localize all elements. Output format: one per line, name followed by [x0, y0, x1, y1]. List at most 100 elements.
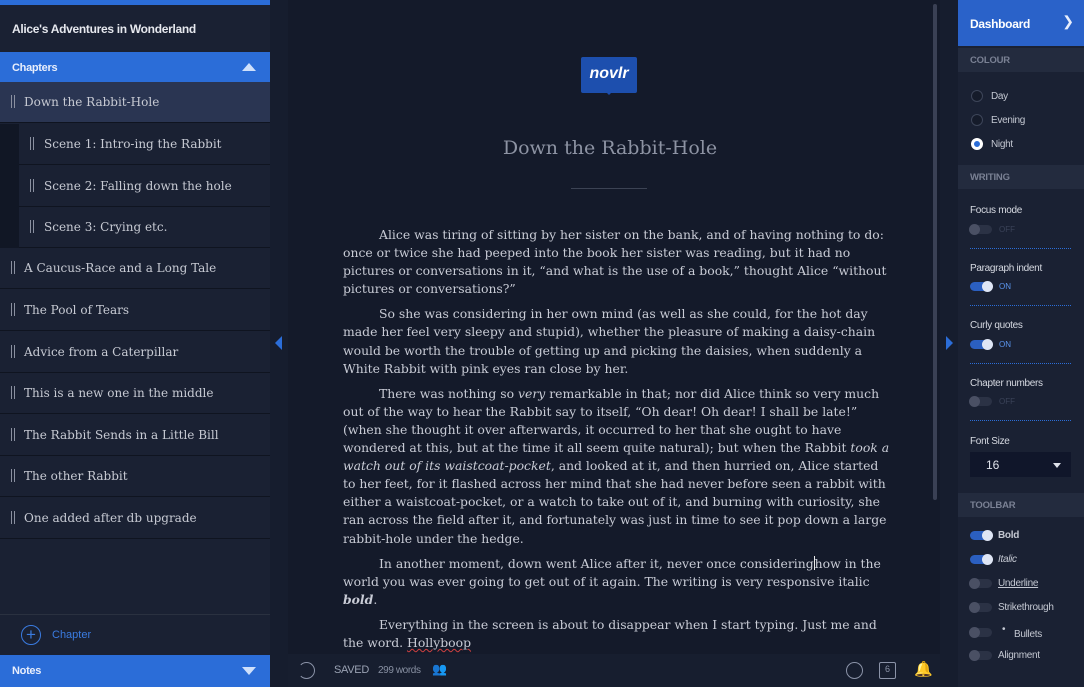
add-chapter-label: Chapter [52, 629, 92, 641]
bullets-toggle[interactable] [969, 627, 992, 638]
plus-circle-icon: + [21, 625, 41, 645]
toolbar-section-header: TOOLBAR [958, 493, 1084, 517]
drag-handle-icon[interactable] [11, 428, 15, 441]
sidebar-scene-3[interactable]: Scene 3: Crying etc. [19, 207, 270, 248]
scene-label: Scene 3: Crying etc. [44, 220, 168, 234]
paragraph-indent-label: Paragraph indent [970, 263, 1042, 274]
sidebar-chapter-pool-of-tears[interactable]: The Pool of Tears [0, 290, 270, 331]
italic-toggle[interactable] [970, 554, 993, 565]
collapse-up-icon[interactable] [242, 63, 256, 71]
drag-handle-icon[interactable] [30, 179, 34, 192]
chapter-label: Advice from a Caterpillar [24, 345, 179, 359]
strikethrough-toggle[interactable] [969, 602, 992, 613]
sidebar-scene-1[interactable]: Scene 1: Intro-ing the Rabbit [19, 124, 270, 165]
comments-icon[interactable]: 6 [879, 662, 896, 679]
section-label: WRITING [970, 172, 1010, 183]
paragraph[interactable]: So she was considering in her own mind (… [343, 305, 891, 377]
bullet-dot-icon: • [1002, 624, 1006, 635]
notes-label: Notes [12, 665, 42, 677]
word-count: 299 words [378, 665, 421, 676]
paragraph-indent-state: ON [999, 282, 1011, 291]
sidebar-chapter-little-bill[interactable]: The Rabbit Sends in a Little Bill [0, 415, 270, 456]
colour-evening-radio[interactable] [971, 114, 983, 126]
notes-header[interactable]: Notes [0, 655, 270, 687]
sidebar-chapter-new-in-middle[interactable]: This is a new one in the middle [0, 373, 270, 414]
editor-scrollbar[interactable] [933, 4, 937, 500]
font-size-select[interactable]: 16 [970, 452, 1071, 477]
divider [970, 420, 1071, 421]
chapter-label: A Caucus-Race and a Long Tale [24, 261, 217, 275]
colour-night-label: Night [991, 139, 1013, 150]
drag-handle-icon[interactable] [11, 469, 15, 482]
misspelled-word: Hollyboop [407, 634, 472, 650]
bold-toggle[interactable] [970, 530, 993, 541]
paragraph[interactable]: Alice was tiring of sitting by her siste… [343, 226, 891, 298]
drag-handle-icon[interactable] [11, 511, 15, 524]
paragraph[interactable]: In another moment, down went Alice after… [343, 555, 891, 609]
curly-quotes-state: ON [999, 340, 1011, 349]
sidebar-chapter-db-upgrade[interactable]: One added after db upgrade [0, 498, 270, 539]
sidebar-chapter-other-rabbit[interactable]: The other Rabbit [0, 456, 270, 497]
collapse-right-panel-icon[interactable] [946, 336, 953, 350]
text-caret [813, 555, 815, 570]
add-chapter-button[interactable]: + Chapter [0, 614, 270, 655]
drag-handle-icon[interactable] [30, 137, 34, 150]
font-size-value: 16 [986, 458, 1000, 472]
focus-mode-label: Focus mode [970, 205, 1023, 216]
manuscript-text[interactable]: Alice was tiring of sitting by her siste… [343, 226, 891, 659]
drag-handle-icon[interactable] [11, 386, 15, 399]
chapter-numbers-toggle[interactable] [969, 396, 992, 407]
writing-section-header: WRITING [958, 165, 1084, 189]
curly-quotes-toggle[interactable] [970, 339, 993, 350]
divider [970, 363, 1071, 364]
drag-handle-icon[interactable] [11, 303, 15, 316]
sidebar-chapter-down-the-rabbit-hole[interactable]: Down the Rabbit-Hole [0, 82, 270, 123]
scene-label: Scene 2: Falling down the hole [44, 179, 232, 193]
chapter-label: One added after db upgrade [24, 511, 197, 525]
section-label: TOOLBAR [970, 500, 1016, 511]
strikethrough-label: Strikethrough [998, 602, 1054, 613]
chapter-label: Down the Rabbit-Hole [24, 95, 160, 109]
drag-handle-icon[interactable] [30, 220, 34, 233]
title-divider [571, 188, 647, 189]
paragraph-indent-toggle[interactable] [970, 281, 993, 292]
italic-label: Italic [998, 554, 1017, 565]
chapter-title[interactable]: Down the Rabbit-Hole [340, 137, 880, 159]
novlr-logo: novlr [581, 57, 637, 95]
alignment-toggle[interactable] [969, 650, 992, 661]
focus-mode-toggle[interactable] [969, 224, 992, 235]
underline-toggle[interactable] [969, 578, 992, 589]
chapters-label: Chapters [12, 62, 58, 74]
expand-down-icon[interactable] [242, 667, 256, 675]
collapse-left-sidebar-icon[interactable] [275, 336, 282, 350]
colour-evening-label: Evening [991, 115, 1026, 126]
book-title[interactable]: Alice's Adventures in Wonderland [12, 22, 196, 36]
bell-icon[interactable]: 🔔 [914, 662, 933, 679]
dashboard-button[interactable]: Dashboard ❯ [958, 0, 1084, 46]
sidebar-chapter-caucus-race[interactable]: A Caucus-Race and a Long Tale [0, 248, 270, 289]
sidebar-chapter-caterpillar[interactable]: Advice from a Caterpillar [0, 332, 270, 373]
chapter-label: The Pool of Tears [24, 303, 130, 317]
collaborators-icon[interactable]: 👥 [432, 662, 447, 676]
settings-panel: Dashboard ❯ COLOUR Day Evening Night WRI… [958, 0, 1084, 687]
bullets-label: Bullets [1014, 629, 1042, 640]
chapter-numbers-state: OFF [999, 397, 1015, 406]
chapter-label: The Rabbit Sends in a Little Bill [24, 428, 219, 442]
colour-day-radio[interactable] [971, 90, 983, 102]
drag-handle-icon[interactable] [11, 95, 15, 108]
status-bar: SAVED 299 words 👥 6 🔔 [288, 654, 940, 687]
drag-handle-icon[interactable] [11, 261, 15, 274]
styled-text: took a watch out of its waistcoat-pocket [343, 440, 890, 474]
sync-icon[interactable] [298, 662, 315, 679]
paragraph[interactable]: Everything in the screen is about to dis… [343, 616, 891, 652]
colour-section-header: COLOUR [958, 48, 1084, 72]
logo-notch [605, 91, 613, 95]
drag-handle-icon[interactable] [11, 345, 15, 358]
bold-label: Bold [998, 530, 1020, 541]
sidebar-scene-2[interactable]: Scene 2: Falling down the hole [19, 166, 270, 207]
colour-night-radio[interactable] [971, 138, 983, 150]
chevron-right-icon: ❯ [1062, 13, 1074, 29]
chapters-header[interactable]: Chapters [0, 52, 270, 82]
search-icon[interactable] [846, 662, 863, 679]
paragraph[interactable]: There was nothing so very remarkable in … [343, 385, 891, 548]
